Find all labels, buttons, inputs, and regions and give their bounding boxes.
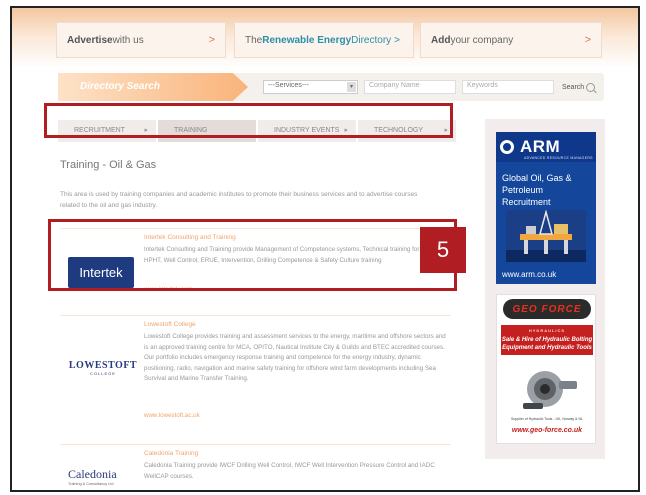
directory-search-label: Directory Search: [80, 81, 161, 92]
directory-search-bar: Directory Search ---Services--- ▾ Compan…: [58, 73, 604, 101]
arm-advert[interactable]: ARM ADVANCED RESOURCE MANAGERS Global Oi…: [496, 132, 596, 284]
services-select-value: ---Services---: [268, 82, 309, 89]
dropdown-arrow-icon: ▾: [347, 82, 356, 92]
geo-force-advert[interactable]: GEO FORCE HYDRAULICS Sale & Hire of Hydr…: [496, 294, 596, 444]
listing-caledonia: Caledonia Training & Consultancy Ltd Cal…: [60, 444, 450, 490]
company-name-placeholder: Company Name: [369, 82, 420, 89]
promo-arrow-icon: >: [394, 34, 401, 46]
promo-label-strong: Advertise: [67, 34, 113, 46]
gear-icon: [500, 140, 514, 154]
listing-link[interactable]: www.lowestoft.ac.uk: [144, 412, 200, 419]
geo-force-url: www.geo-force.co.uk: [511, 427, 583, 434]
keywords-input[interactable]: Keywords: [462, 80, 554, 94]
renewable-directory-promo[interactable]: The Renewable Energy Directory >: [234, 22, 414, 58]
listing-description: Lowestoft College provides training and …: [144, 333, 446, 382]
arm-subtitle: ADVANCED RESOURCE MANAGERS: [524, 156, 593, 160]
promo-arrow-icon: >: [584, 34, 591, 46]
oil-rig-icon: [506, 210, 586, 262]
hydraulic-tool-icon: [523, 371, 577, 409]
search-button-label: Search: [562, 83, 585, 91]
step-badge-number: 5: [436, 237, 450, 262]
arm-logo: ARM: [520, 137, 561, 156]
advertise-promo[interactable]: Advertise with us >: [56, 22, 226, 58]
page-title: Training - Oil & Gas: [60, 159, 157, 171]
listing-highlight-box: [48, 219, 457, 291]
keywords-placeholder: Keywords: [467, 82, 498, 89]
promo-label: Directory: [351, 34, 392, 46]
geo-force-logo-text: GEO FORCE: [512, 303, 582, 315]
nav-highlight-box: [44, 103, 453, 138]
intro-text: This area is used by training companies …: [60, 191, 418, 209]
logo-text: LOWESTOFT: [68, 360, 138, 371]
logo-subtext: Training & Consultancy Ltd: [68, 482, 114, 486]
promo-label: your company: [450, 34, 514, 46]
promo-label: with us: [112, 34, 144, 46]
company-name-input[interactable]: Company Name: [364, 80, 456, 94]
listing-title[interactable]: Lowestoft College: [144, 321, 196, 328]
lowestoft-logo[interactable]: LOWESTOFT COLLEGE: [68, 360, 138, 376]
step-badge: 5: [420, 227, 466, 273]
search-icon: [586, 82, 596, 92]
promo-label-strong: Add: [431, 34, 451, 46]
directory-search-tab: Directory Search: [58, 73, 248, 101]
logo-text: Caledonia: [68, 467, 117, 481]
add-company-promo[interactable]: Add your company >: [420, 22, 602, 58]
search-button[interactable]: Search: [562, 80, 598, 94]
listing-lowestoft: LOWESTOFT COLLEGE Lowestoft College Lowe…: [60, 315, 450, 433]
geo-force-tagline: Sale & Hire of Hydraulic Bolting Equipme…: [501, 336, 593, 352]
listing-title[interactable]: Caledonia Training: [144, 450, 198, 457]
geo-force-banner: HYDRAULICS Sale & Hire of Hydraulic Bolt…: [501, 325, 593, 355]
geo-force-small-print: Supplier of Hydraulic Tools - UK, Norway…: [511, 417, 583, 421]
geo-force-logo: GEO FORCE: [503, 299, 591, 319]
promo-arrow-icon: >: [208, 34, 215, 46]
services-select[interactable]: ---Services--- ▾: [263, 80, 358, 94]
caledonia-logo[interactable]: Caledonia Training & Consultancy Ltd: [68, 467, 138, 486]
promo-highlight: Renewable Energy: [262, 34, 352, 46]
logo-subtext: COLLEGE: [90, 371, 116, 376]
arm-tagline: Global Oil, Gas & Petroleum Recruitment: [502, 173, 572, 207]
arm-url: www.arm.co.uk: [502, 270, 557, 279]
screenshot-frame: Advertise with us > The Renewable Energy…: [10, 6, 640, 492]
geo-force-subtitle: HYDRAULICS: [528, 328, 566, 333]
promo-label: The: [245, 34, 263, 46]
listing-description: Caledonia Training provide IWCF Drilling…: [144, 462, 435, 480]
